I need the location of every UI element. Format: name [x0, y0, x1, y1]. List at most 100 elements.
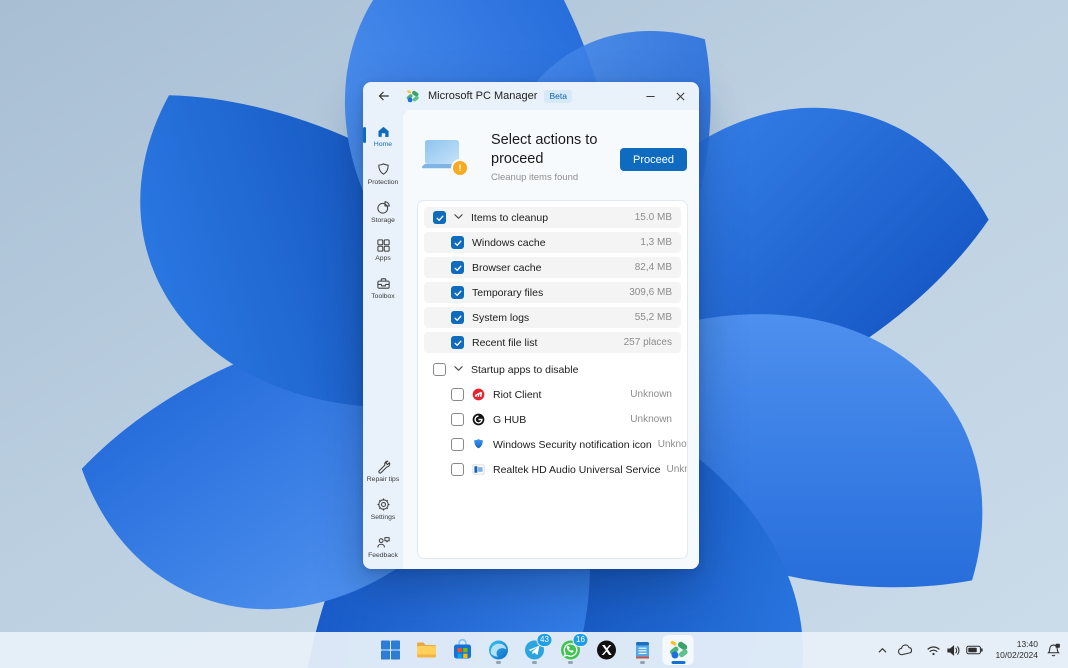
taskbar-telegram-button[interactable]: 43 — [519, 633, 553, 665]
page-title: Select actions to proceed — [491, 132, 598, 167]
start-icon — [379, 639, 401, 661]
notepad-icon — [631, 639, 653, 661]
running-indicator — [495, 661, 501, 664]
taskbar-pc-manager-button[interactable] — [662, 635, 694, 665]
row-value: 15.0 MB — [634, 212, 672, 223]
sidebar-item-label: Apps — [375, 255, 391, 262]
main-panel: ! Select actions to proceed Cleanup item… — [403, 110, 699, 569]
row-label: Windows cache — [472, 236, 546, 249]
sidebar-item-label: Protection — [367, 179, 399, 186]
apps-icon — [376, 238, 391, 253]
checkbox[interactable] — [451, 388, 464, 401]
checkbox[interactable] — [451, 438, 464, 451]
checkbox[interactable] — [451, 413, 464, 426]
taskbar-notepad-button[interactable] — [627, 635, 658, 665]
file-explorer-icon — [415, 639, 437, 661]
row-label: System logs — [472, 311, 530, 324]
sidebar: Home Protection Storage Apps Toolbox Rep… — [363, 110, 403, 569]
taskbar-microsoft-store-button[interactable] — [447, 635, 478, 665]
item-row-windows-cache[interactable]: Windows cache 1,3 MB — [424, 232, 681, 253]
close-button[interactable] — [669, 85, 691, 107]
edge-icon — [487, 639, 509, 661]
x-app-icon — [595, 639, 617, 661]
sidebar-item-home[interactable]: Home — [363, 122, 403, 150]
row-value: Unknown — [666, 464, 688, 475]
row-value: 257 places — [623, 337, 672, 348]
svg-text:2: 2 — [1057, 643, 1059, 647]
checkbox[interactable] — [451, 261, 464, 274]
group-row-items-to-cleanup[interactable]: Items to cleanup 15.0 MB — [424, 207, 681, 228]
sidebar-item-feedback[interactable]: Feedback — [363, 533, 403, 561]
minimize-button[interactable] — [639, 85, 661, 107]
taskbar-whatsapp-button[interactable]: 16 — [555, 633, 589, 665]
checkbox[interactable] — [451, 311, 464, 324]
item-row-g-hub[interactable]: G HUB Unknown — [424, 409, 681, 430]
item-row-riot-client[interactable]: Riot Client Unknown — [424, 384, 681, 405]
row-label: Items to cleanup — [471, 211, 549, 224]
item-row-windows-security-notification-icon[interactable]: Windows Security notification icon Unkno… — [424, 434, 687, 455]
running-indicator — [531, 661, 537, 664]
sidebar-item-apps[interactable]: Apps — [363, 236, 403, 264]
onedrive-cloud-icon[interactable] — [897, 643, 914, 657]
checkbox[interactable] — [433, 363, 446, 376]
row-value: 309,6 MB — [629, 287, 672, 298]
item-row-recent-file-list[interactable]: Recent file list 257 places — [424, 332, 681, 353]
feedback-icon — [376, 535, 391, 550]
row-value: Unknown — [630, 414, 672, 425]
sidebar-item-settings[interactable]: Settings — [363, 495, 403, 523]
chevron-down-icon[interactable] — [454, 213, 463, 222]
warning-icon: ! — [451, 159, 469, 177]
sidebar-item-label: Storage — [371, 217, 395, 224]
group-row-startup-apps-to-disable[interactable]: Startup apps to disable — [424, 359, 681, 380]
battery-icon — [966, 645, 984, 655]
checkbox[interactable] — [451, 336, 464, 349]
item-row-browser-cache[interactable]: Browser cache 82,4 MB — [424, 257, 681, 278]
row-label: Windows Security notification icon — [493, 438, 652, 451]
sidebar-item-protection[interactable]: Protection — [363, 160, 403, 188]
wrench-icon — [376, 459, 391, 474]
winsec-app-icon — [472, 438, 485, 451]
item-row-temporary-files[interactable]: Temporary files 309,6 MB — [424, 282, 681, 303]
item-row-realtek-hd-audio-universal-service[interactable]: Realtek HD Audio Universal Service Unkno… — [424, 459, 687, 480]
row-value: Unknown — [630, 389, 672, 400]
taskbar-edge-button[interactable] — [483, 635, 514, 665]
checkbox[interactable] — [433, 211, 446, 224]
sidebar-item-repair-tips[interactable]: Repair tips — [363, 457, 403, 485]
actions-list: Items to cleanup 15.0 MB Windows cache 1… — [417, 200, 688, 559]
sidebar-item-label: Repair tips — [366, 476, 400, 483]
taskbar-x-app-button[interactable] — [591, 635, 622, 665]
clock[interactable]: 13:40 10/02/2024 — [995, 639, 1038, 661]
shield-icon — [376, 162, 391, 177]
running-indicator — [639, 661, 645, 664]
back-button[interactable] — [373, 85, 395, 107]
laptop-status-icon: ! — [419, 138, 469, 177]
row-label: Browser cache — [472, 261, 542, 274]
row-label: G HUB — [493, 413, 527, 426]
titlebar: Microsoft PC Manager Beta — [363, 82, 699, 110]
checkbox[interactable] — [451, 463, 464, 476]
row-label: Recent file list — [472, 336, 538, 349]
notification-count-badge: 43 — [536, 633, 553, 647]
page-subtitle: Cleanup items found — [491, 172, 579, 183]
taskbar-file-explorer-button[interactable] — [411, 635, 442, 665]
item-row-system-logs[interactable]: System logs 55,2 MB — [424, 307, 681, 328]
tray-date: 10/02/2024 — [995, 650, 1038, 660]
tray-chevron-up-icon[interactable] — [876, 644, 889, 657]
running-indicator — [671, 661, 685, 664]
checkbox[interactable] — [451, 236, 464, 249]
tray-status-group[interactable] — [922, 641, 987, 660]
volume-icon — [946, 644, 961, 657]
taskbar-start-button[interactable] — [375, 635, 406, 665]
sidebar-item-toolbox[interactable]: Toolbox — [363, 274, 403, 302]
proceed-button[interactable]: Proceed — [620, 148, 687, 171]
sidebar-item-storage[interactable]: Storage — [363, 198, 403, 226]
row-value: Unknown — [657, 439, 687, 450]
checkbox[interactable] — [451, 286, 464, 299]
row-value: 1,3 MB — [640, 237, 672, 248]
sidebar-item-label: Home — [373, 141, 393, 148]
row-value: 82,4 MB — [634, 262, 672, 273]
chevron-down-icon[interactable] — [454, 365, 463, 374]
notification-bell-icon[interactable]: 2 — [1046, 643, 1061, 658]
pc-manager-window: Microsoft PC Manager Beta Home Protectio… — [363, 82, 699, 569]
sidebar-item-label: Toolbox — [371, 293, 395, 300]
